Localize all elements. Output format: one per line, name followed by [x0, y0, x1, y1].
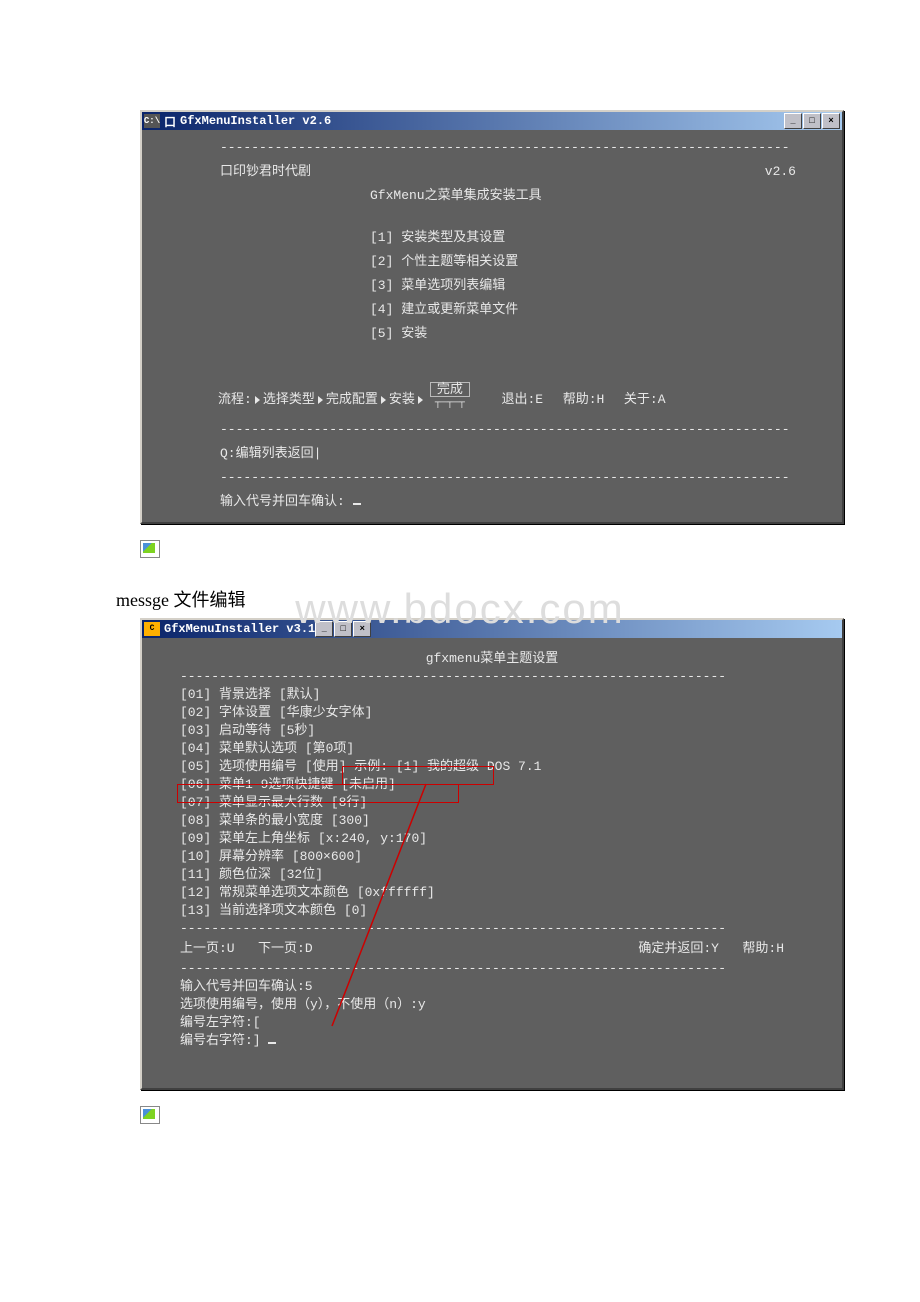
terminal-body-2: gfxmenu菜单主题设置 --------------------------…	[142, 638, 842, 1088]
cmd-icon: C:\	[144, 114, 160, 128]
prompt-input-code[interactable]: 输入代号并回车确认:5	[180, 978, 824, 996]
window-gfx-v26: C:\ 口 GfxMenuInstaller v2.6 _ □ × ▲ ▼ --…	[140, 110, 844, 524]
prev-page-hint: 上一页:U	[180, 941, 235, 956]
image-placeholder-icon	[140, 540, 160, 558]
setting-item-09[interactable]: [09] 菜单左上角坐标 [x:240, y:170]	[180, 830, 824, 848]
maximize-button[interactable]: □	[803, 113, 821, 129]
titlebar-2[interactable]: C GfxMenuInstaller v3.1 _ □ ×	[142, 620, 842, 638]
setting-item-02[interactable]: [02] 字体设置 [华康少女字体]	[180, 704, 824, 722]
titlebar-1[interactable]: C:\ 口 GfxMenuInstaller v2.6 _ □ ×	[142, 112, 842, 130]
divider: ----------------------------------------…	[160, 466, 824, 490]
divider: ----------------------------------------…	[160, 960, 824, 978]
setting-item-05[interactable]: [05] 选项使用编号 [使用] 示例: [1] 我的超级 DOS 7.1	[180, 758, 824, 776]
menu-item-1[interactable]: [1] 安装类型及其设置	[160, 226, 824, 250]
subtitle: GfxMenu之菜单集成安装工具	[160, 184, 824, 208]
divider: ----------------------------------------…	[160, 668, 824, 686]
prompt-right-char[interactable]: 编号右字符:]	[180, 1032, 824, 1050]
complete-box: 完成	[430, 382, 470, 397]
window-title-2: GfxMenuInstaller v3.1	[164, 622, 315, 636]
help-hint: 帮助:H	[563, 388, 605, 412]
about-hint: 关于:A	[624, 388, 666, 412]
menu-item-2[interactable]: [2] 个性主题等相关设置	[160, 250, 824, 274]
setting-item-01[interactable]: [01] 背景选择 [默认]	[180, 686, 824, 704]
minimize-button[interactable]: _	[784, 113, 802, 129]
chevron-right-icon	[418, 396, 423, 404]
setting-item-08[interactable]: [08] 菜单条的最小宽度 [300]	[180, 812, 824, 830]
divider: ----------------------------------------…	[160, 920, 824, 938]
cursor-icon	[268, 1042, 276, 1044]
flow-row: 流程: 选择类型 完成配置 安装 完成 ┬─┬─┬ 退出:E 帮助:H 关于:A	[160, 382, 824, 418]
setting-item-12[interactable]: [12] 常规菜单选项文本颜色 [0xffffff]	[180, 884, 824, 902]
setting-item-04[interactable]: [04] 菜单默认选项 [第0项]	[180, 740, 824, 758]
menu-item-3[interactable]: [3] 菜单选项列表编辑	[160, 274, 824, 298]
terminal-body-1: ----------------------------------------…	[142, 130, 842, 522]
app-icon: C	[144, 622, 160, 636]
cursor-icon	[353, 503, 361, 505]
brand-text: 口印钞君时代剧	[220, 160, 311, 184]
help-hint: 帮助:H	[742, 941, 784, 956]
divider: ----------------------------------------…	[160, 136, 824, 160]
input-prompt[interactable]: 输入代号并回车确认:	[160, 490, 824, 514]
sandbox-icon: 口	[164, 113, 176, 130]
maximize-button[interactable]: □	[334, 621, 352, 637]
setting-item-13[interactable]: [13] 当前选择项文本颜色 [0]	[180, 902, 824, 920]
image-placeholder-icon	[140, 1106, 160, 1124]
version-text: v2.6	[765, 160, 796, 184]
setting-item-03[interactable]: [03] 启动等待 [5秒]	[180, 722, 824, 740]
chevron-right-icon	[381, 396, 386, 404]
chevron-right-icon	[255, 396, 260, 404]
prompt-use-number[interactable]: 选项使用编号，使用（y），不使用（n）:y	[180, 996, 824, 1014]
prompt-left-char[interactable]: 编号左字符:[	[180, 1014, 824, 1032]
annotation-box-2	[177, 784, 459, 803]
divider: ----------------------------------------…	[160, 418, 824, 442]
menu-item-4[interactable]: [4] 建立或更新菜单文件	[160, 298, 824, 322]
next-page-hint: 下一页:D	[258, 941, 313, 956]
minimize-button[interactable]: _	[315, 621, 333, 637]
heading-2: gfxmenu菜单主题设置	[160, 650, 824, 668]
back-hint: Q:编辑列表返回|	[160, 442, 824, 466]
window-gfx-v31: C GfxMenuInstaller v3.1 _ □ × ▲ ▼ gfxmen…	[140, 618, 844, 1090]
chevron-right-icon	[318, 396, 323, 404]
close-button[interactable]: ×	[353, 621, 371, 637]
exit-hint: 退出:E	[501, 388, 543, 412]
close-button[interactable]: ×	[822, 113, 840, 129]
setting-item-10[interactable]: [10] 屏幕分辨率 [800×600]	[180, 848, 824, 866]
window-title-1: GfxMenuInstaller v2.6	[180, 114, 784, 128]
annotation-box-1	[342, 766, 494, 785]
section-heading: messge 文件编辑	[116, 586, 920, 612]
setting-item-11[interactable]: [11] 颜色位深 [32位]	[180, 866, 824, 884]
confirm-hint: 确定并返回:Y	[638, 941, 719, 956]
menu-item-5[interactable]: [5] 安装	[160, 322, 824, 346]
